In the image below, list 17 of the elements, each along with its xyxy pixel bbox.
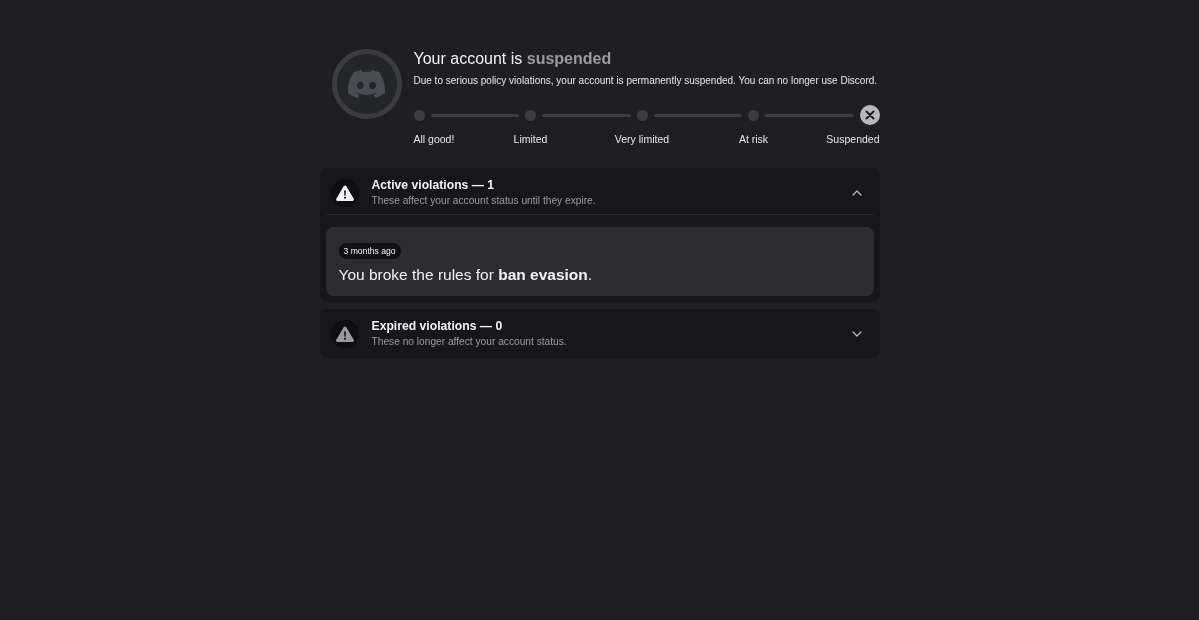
status-title: Your account is suspended — [413, 49, 613, 69]
warning-icon — [330, 319, 359, 348]
chevron-down-icon[interactable] — [851, 330, 862, 337]
step-label: Very limited — [614, 133, 670, 146]
section-title: Expired violations — 0 — [371, 319, 504, 334]
chevron-up-icon[interactable] — [851, 189, 862, 196]
timestamp-badge: 3 months ago — [338, 243, 401, 259]
violation-text: You broke the rules for ban evasion. — [338, 265, 594, 284]
section-subtitle: These no longer affect your account status. — [371, 335, 568, 348]
step-label: Limited — [513, 133, 548, 146]
section-title: Active violations — 1 — [371, 178, 496, 193]
warning-icon — [330, 178, 359, 207]
step-label: Suspended — [826, 133, 880, 146]
step-label: At risk — [738, 133, 769, 146]
step-label: All good! — [413, 133, 455, 146]
section-subtitle: These affect your account status until they expire. — [371, 194, 597, 207]
status-description: Due to serious policy violations, your account is permanently suspended. You can no longer use Discord. — [413, 74, 878, 88]
